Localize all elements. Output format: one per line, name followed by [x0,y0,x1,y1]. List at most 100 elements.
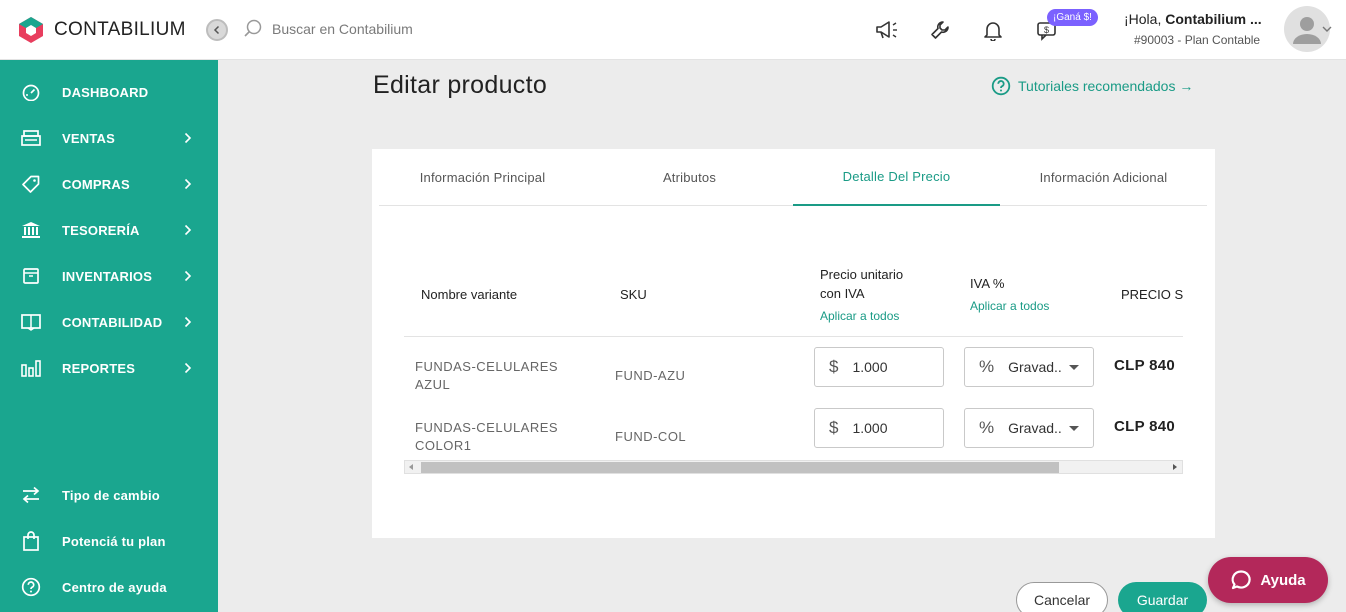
horizontal-scrollbar[interactable] [404,460,1183,474]
sidebar-item-potencia-tu-plan[interactable]: Potenciá tu plan [0,521,218,561]
price-value: 1.000 [852,359,888,375]
iva-value: Gravad.. [1008,359,1062,375]
sidebar-item-label: TESORERÍA [62,222,140,238]
greeting-name: Contabilium ... [1165,11,1262,27]
sidebar: DASHBOARD VENTAS COMPRAS TESORERÍA INVEN… [0,60,218,612]
bank-icon [21,220,41,240]
iva-select[interactable]: % Gravad.. [964,347,1094,387]
apply-all-price-link[interactable]: Aplicar a todos [820,307,903,326]
column-header-sku: SKU [620,287,647,302]
top-bar: CONTABILIUM Buscar en Contabilium $ ¡Gan… [0,0,1346,60]
price-without-tax: CLP 840 [1114,418,1176,435]
sidebar-item-label: COMPRAS [62,176,130,192]
bag-icon [21,531,41,551]
table-row-2-sku: FUND-COL [615,429,687,444]
save-button[interactable]: Guardar [1118,582,1207,612]
chart-icon [21,358,41,378]
dropdown-caret-icon [1069,426,1079,431]
tutorials-link[interactable]: Tutoriales recomendados → [991,76,1193,96]
table-row-1-name: FUNDAS-CELULARES AZUL [415,358,558,394]
tag-icon [21,174,41,194]
scrollbar-thumb[interactable] [421,462,1059,473]
tab-bar: Información Principal Atributos Detalle … [379,149,1207,206]
table-row-2-name: FUNDAS-CELULARES COLOR1 [415,419,558,455]
column-header-iva-label: IVA % [970,276,1005,291]
column-header-name: Nombre variante [421,287,518,302]
price-input[interactable]: $ 1.000 [814,408,944,448]
table-row-1-sku: FUND-AZU [615,368,686,383]
chat-icon [1231,570,1252,590]
variant-name-line2: AZUL [415,377,451,392]
sidebar-item-tipo-de-cambio[interactable]: Tipo de cambio [0,475,218,515]
iva-value: Gravad.. [1008,420,1062,436]
search-bar[interactable]: Buscar en Contabilium [243,19,413,39]
app-name: CONTABILIUM [54,19,186,40]
column-header-precio-sin: PRECIO SI [1121,287,1183,302]
svg-text:$: $ [1044,25,1049,35]
dollar-icon: $ [829,357,839,376]
chevron-right-icon [184,178,192,190]
column-header-price-line2: con IVA [820,286,865,301]
variant-name-line1: FUNDAS-CELULARES [415,420,559,435]
chevron-down-icon[interactable] [1322,25,1332,33]
chevron-right-icon [184,132,192,144]
greeting-prefix: ¡Hola, [1124,11,1166,27]
sidebar-item-inventarios[interactable]: INVENTARIOS [0,256,218,296]
logo[interactable]: CONTABILIUM [18,16,186,44]
sidebar-item-centro-de-ayuda[interactable]: Centro de ayuda [0,567,218,607]
wrench-icon[interactable] [927,17,953,43]
sidebar-item-compras[interactable]: COMPRAS [0,164,218,204]
tab-detalle-del-precio[interactable]: Detalle Del Precio [793,149,1000,206]
price-input[interactable]: $ 1.000 [814,347,944,387]
product-card: Información Principal Atributos Detalle … [372,149,1215,538]
tab-informacion-principal[interactable]: Información Principal [379,149,586,206]
percent-icon: % [979,418,995,437]
divider [404,336,1183,337]
scroll-right-icon[interactable] [1173,464,1177,470]
box-icon [21,266,41,286]
sidebar-item-label: Potenciá tu plan [62,533,166,549]
plan-label: #90003 - Plan Contable [1134,33,1261,47]
variants-table: Nombre variante SKU Precio unitario con … [404,261,1183,461]
sidebar-item-tesoreria[interactable]: TESORERÍA [0,210,218,250]
greeting: ¡Hola, Contabilium ... [1124,11,1262,27]
chevron-right-icon [184,224,192,236]
sidebar-item-label: CONTABILIDAD [62,314,163,330]
column-header-price: Precio unitario con IVA Aplicar a todos [820,265,903,326]
sidebar-item-ventas[interactable]: VENTAS [0,118,218,158]
percent-icon: % [979,357,995,376]
sidebar-item-label: Tipo de cambio [62,487,160,503]
sidebar-item-dashboard[interactable]: DASHBOARD [0,72,218,112]
apply-all-iva-link[interactable]: Aplicar a todos [970,297,1049,316]
tab-informacion-adicional[interactable]: Información Adicional [1000,149,1207,206]
register-icon [21,128,41,148]
tutorials-label: Tutoriales recomendados → [1018,78,1194,94]
help-chat-button[interactable]: Ayuda [1208,557,1328,603]
chevron-left-icon [213,25,220,35]
search-input[interactable]: Buscar en Contabilium [272,21,413,37]
exchange-icon [21,485,41,505]
tab-atributos[interactable]: Atributos [586,149,793,206]
sidebar-item-label: Centro de ayuda [62,579,167,595]
chevron-right-icon [184,316,192,328]
sidebar-item-label: INVENTARIOS [62,268,153,284]
collapse-sidebar-button[interactable] [206,19,228,41]
sidebar-item-contabilidad[interactable]: CONTABILIDAD [0,302,218,342]
sidebar-item-reportes[interactable]: REPORTES [0,348,218,388]
column-header-price-line1: Precio unitario [820,267,904,282]
dashboard-icon [21,82,41,102]
column-header-iva: IVA % Aplicar a todos [970,274,1049,316]
bell-icon[interactable] [980,17,1006,43]
book-icon [21,312,41,332]
scroll-left-icon[interactable] [409,464,413,470]
dollar-icon: $ [829,418,839,437]
price-without-tax: CLP 840 [1114,357,1176,374]
iva-select[interactable]: % Gravad.. [964,408,1094,448]
cancel-button[interactable]: Cancelar [1016,582,1108,612]
promo-badge[interactable]: ¡Ganá $! [1047,9,1098,26]
variant-name-line2: COLOR1 [415,438,472,453]
page-title: Editar producto [373,71,548,99]
help-circle-icon [991,76,1011,96]
megaphone-icon[interactable] [875,17,901,43]
help-icon [21,577,41,597]
